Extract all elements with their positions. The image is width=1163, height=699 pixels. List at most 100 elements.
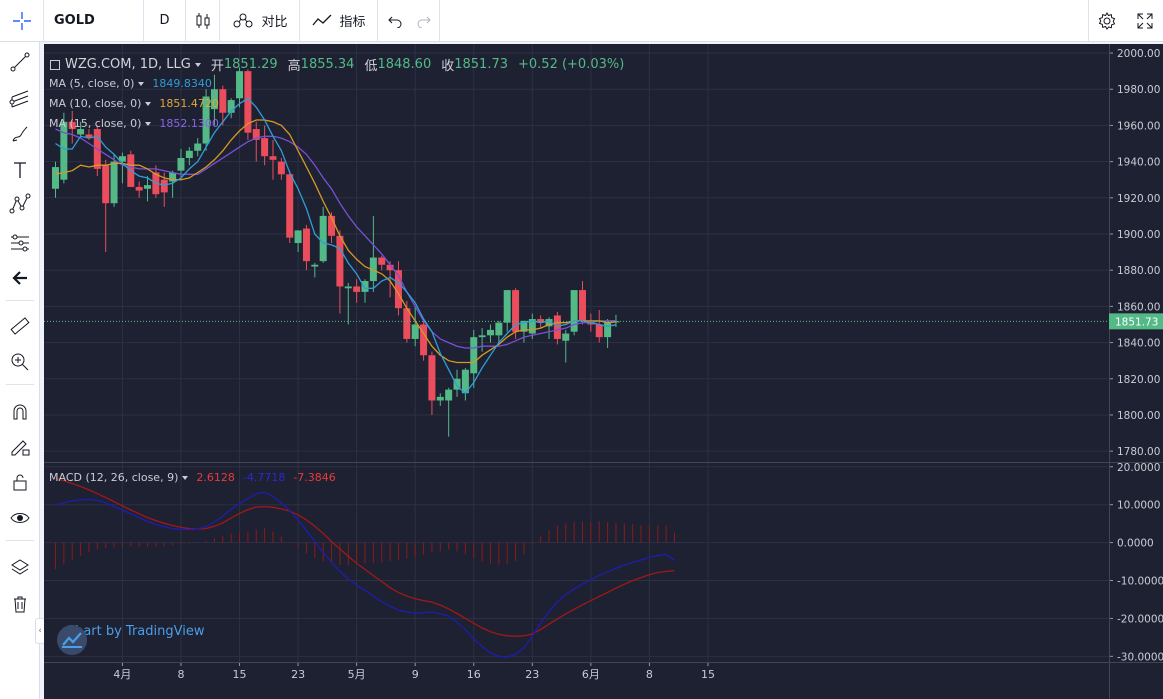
text-tool[interactable] xyxy=(4,156,36,184)
brush-tool[interactable] xyxy=(4,120,36,148)
hide-drawings-tool[interactable] xyxy=(4,504,36,532)
top-toolbar: GOLD D 对比 指标 xyxy=(0,0,1163,42)
candle-body xyxy=(135,186,143,191)
time-tick-label: 8 xyxy=(646,668,653,681)
price-tick-label: 1860.00 xyxy=(1117,301,1160,313)
candle-body xyxy=(411,324,419,339)
interval-label: D xyxy=(159,13,170,28)
time-tick-label: 4月 xyxy=(113,668,131,681)
candle-body xyxy=(361,281,369,292)
legend-open-value: 1851.29 xyxy=(223,57,278,72)
gear-icon xyxy=(1098,11,1115,30)
undo-button[interactable] xyxy=(382,0,408,41)
candle-body xyxy=(562,333,570,341)
ma5-label: MA (5, close, 0) xyxy=(49,77,135,90)
pitchfork-tool[interactable] xyxy=(4,84,36,112)
trend-line-tool[interactable] xyxy=(4,48,36,76)
candle-body xyxy=(177,158,185,171)
macd-label: MACD (12, 26, close, 9) xyxy=(49,471,179,484)
macd-legend: MACD (12, 26, close, 9) 2.6128 -4.7718 -… xyxy=(49,471,336,484)
time-tick-label: 23 xyxy=(525,668,539,681)
legend-high-label: 高 xyxy=(287,59,301,74)
time-tick-label: 16 xyxy=(467,668,481,681)
measure-tool[interactable] xyxy=(4,312,36,340)
price-tick-label: 1800.00 xyxy=(1117,410,1160,422)
prediction-tool[interactable] xyxy=(4,228,36,256)
macd-line-value: -4.7718 xyxy=(242,471,286,484)
pattern-icon xyxy=(9,193,31,214)
candle-body xyxy=(578,290,586,321)
delete-drawings-tool[interactable] xyxy=(4,590,36,618)
candle-body xyxy=(102,165,110,204)
time-tick-label: 15 xyxy=(701,668,715,681)
price-tick-label: 1940.00 xyxy=(1117,157,1160,169)
legend-low-label: 低 xyxy=(364,59,378,74)
magnet-tool[interactable] xyxy=(4,398,36,426)
compare-button[interactable]: 对比 xyxy=(220,0,300,41)
candle-body xyxy=(595,324,603,338)
candle-body xyxy=(604,322,612,338)
chart-canvas[interactable]: 2000.00 1980.00 1960.00 1940.00 1920.00 1900.… xyxy=(44,44,1163,699)
drawing-toolbar xyxy=(0,42,40,699)
symbol-search-button[interactable]: GOLD xyxy=(44,0,144,41)
legend-open-label: 开 xyxy=(210,59,224,74)
candle-body xyxy=(219,89,227,113)
legend-close-label: 收 xyxy=(441,59,455,74)
fullscreen-button[interactable] xyxy=(1126,0,1163,41)
object-tree-tool[interactable] xyxy=(4,554,36,582)
trash-icon xyxy=(14,596,26,613)
time-tick-label: 5月 xyxy=(348,668,366,681)
layers-icon xyxy=(11,559,29,575)
ma10-caret-icon[interactable] xyxy=(145,101,152,106)
macd-caret-icon[interactable] xyxy=(182,475,189,480)
candle-body xyxy=(185,150,193,158)
price-axis-background xyxy=(1109,44,1163,662)
chart-style-button[interactable] xyxy=(186,0,220,41)
zoom-in-tool[interactable] xyxy=(4,348,36,376)
price-tick-label: 1780.00 xyxy=(1117,446,1160,458)
candle-body xyxy=(236,71,244,99)
lock-drawings-tool[interactable] xyxy=(4,432,36,460)
candle-body xyxy=(144,185,152,189)
arrow-left-icon xyxy=(12,271,27,285)
ma15-legend: MA (15, close, 0) 1852.1300 xyxy=(49,117,219,130)
candle-body xyxy=(503,290,511,323)
candle-body xyxy=(60,121,68,180)
lock-all-tool[interactable] xyxy=(4,468,36,496)
time-tick-label: 15 xyxy=(233,668,247,681)
chart-panel[interactable]: 2000.00 1980.00 1960.00 1940.00 1920.00 1900.… xyxy=(44,44,1163,699)
prediction-icon xyxy=(11,234,29,252)
ma5-value: 1849.8340 xyxy=(152,77,212,90)
ma15-caret-icon[interactable] xyxy=(145,121,152,126)
macd-tick-label: -30.0000 xyxy=(1117,651,1163,663)
eye-icon xyxy=(10,513,30,523)
candle-body xyxy=(378,257,386,265)
legend-menu-icon[interactable] xyxy=(50,59,60,70)
redo-icon xyxy=(417,16,431,28)
candle-body xyxy=(470,337,478,374)
settings-button[interactable] xyxy=(1088,0,1124,41)
ma5-caret-icon[interactable] xyxy=(138,81,145,86)
interval-button[interactable]: D xyxy=(144,0,186,41)
candle-body xyxy=(428,355,436,401)
unlock-icon xyxy=(13,474,27,491)
back-button[interactable] xyxy=(4,264,36,292)
candle-body xyxy=(495,322,503,336)
compare-icon xyxy=(233,13,253,27)
candle-body xyxy=(353,286,361,292)
pattern-tool[interactable] xyxy=(4,190,36,218)
legend-change: +0.52 (+0.03%) xyxy=(518,57,625,72)
candle-body xyxy=(294,230,302,244)
legend-caret-icon[interactable] xyxy=(194,62,201,67)
legend-high-value: 1855.34 xyxy=(300,57,355,72)
crosshair-button[interactable] xyxy=(0,0,44,41)
legend-title: WZG.COM, 1D, LLG xyxy=(65,57,191,72)
indicators-button[interactable]: 指标 xyxy=(300,0,378,41)
compare-label: 对比 xyxy=(261,15,288,30)
zoom-in-icon xyxy=(11,353,29,371)
time-tick-label: 8 xyxy=(177,668,184,681)
redo-button[interactable] xyxy=(408,0,440,41)
price-tick-label: 1900.00 xyxy=(1117,229,1160,241)
tradingview-watermark[interactable]: Chart by TradingView xyxy=(56,624,204,655)
time-tick-label: 23 xyxy=(291,668,305,681)
